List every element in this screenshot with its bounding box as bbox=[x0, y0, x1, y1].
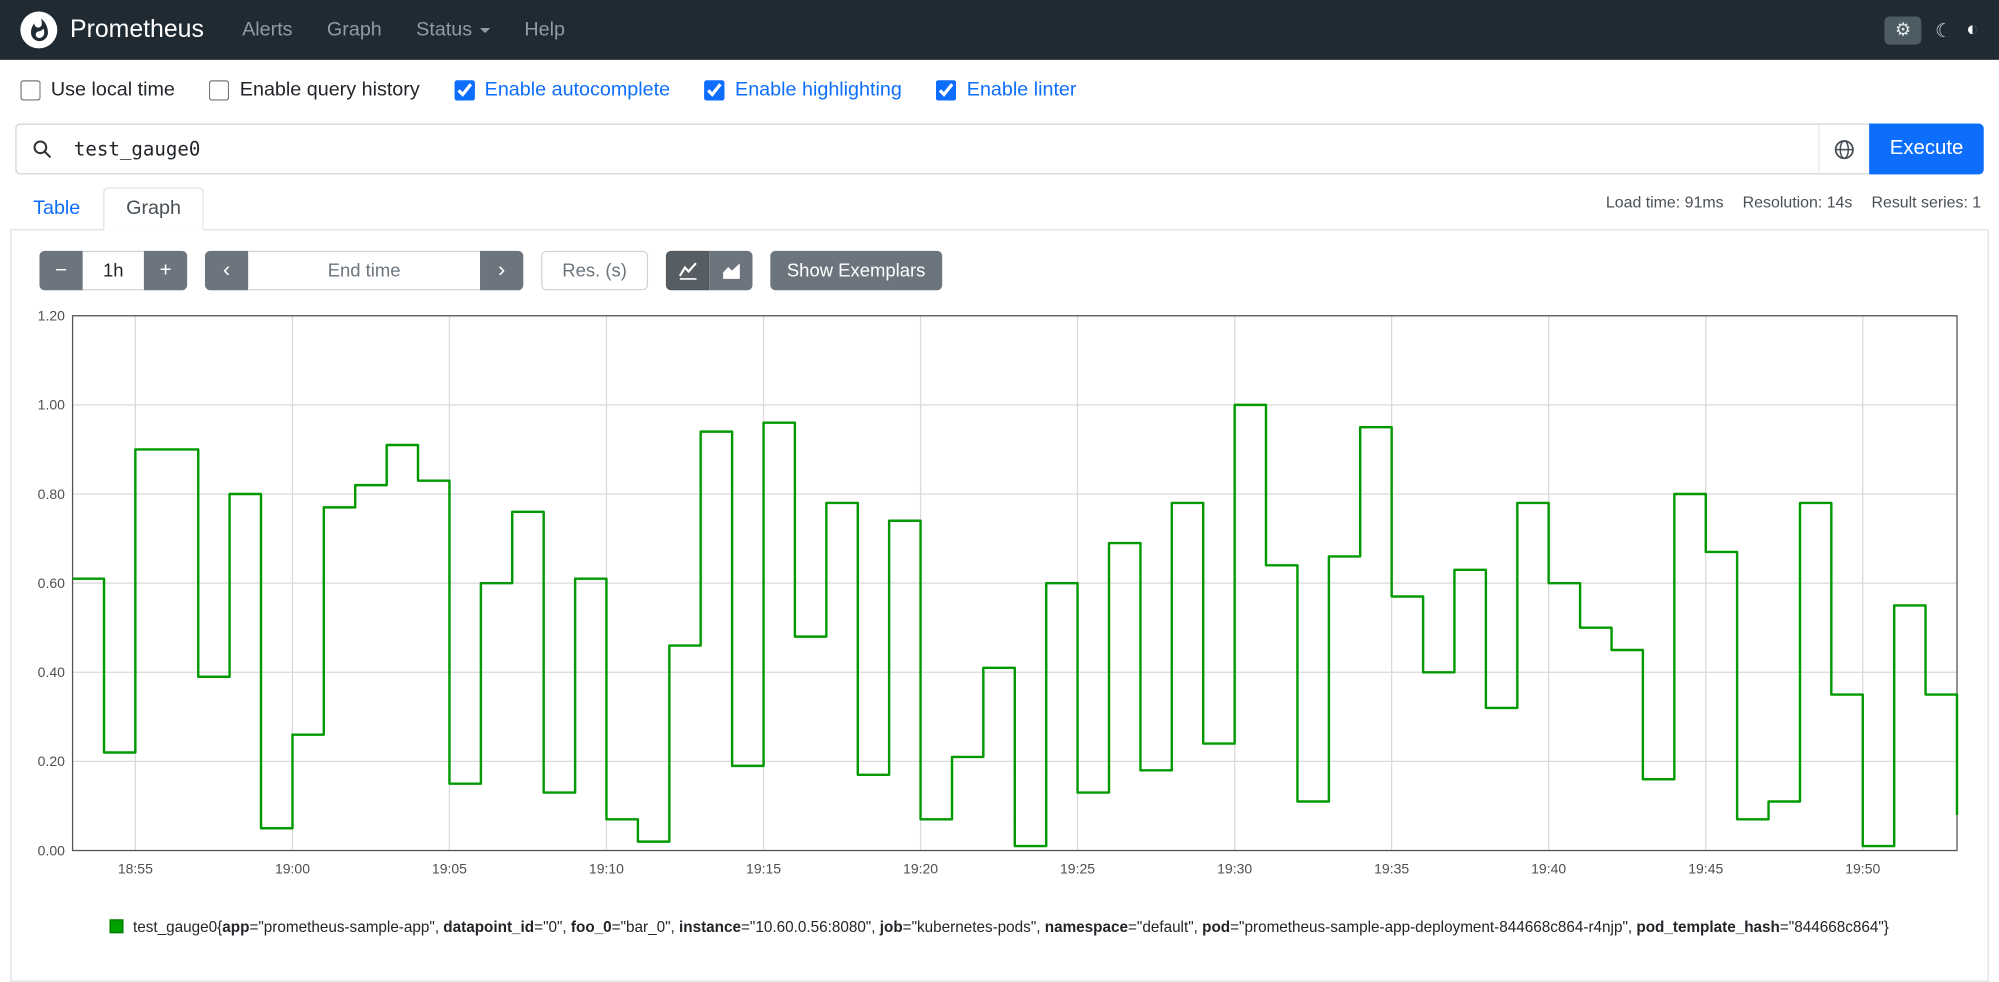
checkbox-label: Enable linter bbox=[966, 78, 1077, 101]
nav-item-help[interactable]: Help bbox=[524, 18, 565, 41]
svg-text:19:30: 19:30 bbox=[1217, 860, 1252, 876]
page: Prometheus Alerts Graph Status Help ⚙ ☾ … bbox=[0, 0, 1999, 982]
svg-text:19:45: 19:45 bbox=[1688, 860, 1723, 876]
nav-item-status[interactable]: Status bbox=[416, 18, 490, 41]
svg-text:0.60: 0.60 bbox=[38, 575, 65, 591]
show-exemplars-button[interactable]: Show Exemplars bbox=[770, 250, 942, 291]
increase-range-button[interactable]: + bbox=[143, 250, 188, 291]
enable-highlighting-checkbox[interactable] bbox=[704, 80, 725, 101]
svg-text:19:25: 19:25 bbox=[1060, 860, 1095, 876]
checkbox-enable-linter[interactable]: Enable linter bbox=[936, 79, 1076, 102]
svg-text:1.20: 1.20 bbox=[38, 308, 65, 324]
chart-area: 0.00 0.20 0.40 0.60 0.80 1.00 1.20 18:55 19:00 19… bbox=[29, 306, 1969, 892]
brand-title: Prometheus bbox=[70, 15, 204, 44]
chart-type-toggle-group bbox=[665, 250, 753, 291]
checkbox-label: Enable highlighting bbox=[735, 78, 902, 101]
svg-text:19:00: 19:00 bbox=[275, 860, 310, 876]
nav-item-status-label: Status bbox=[416, 18, 473, 41]
checkbox-label: Enable autocomplete bbox=[484, 78, 671, 101]
query-input-group: Execute bbox=[15, 123, 1984, 175]
prometheus-logo-icon bbox=[20, 11, 58, 49]
metrics-explorer-globe-icon[interactable] bbox=[1818, 124, 1870, 174]
enable-query-history-checkbox[interactable] bbox=[209, 80, 230, 101]
auto-theme-contrast-icon[interactable]: ◐ bbox=[1966, 18, 1978, 41]
enable-linter-checkbox[interactable] bbox=[936, 80, 957, 101]
dark-theme-moon-icon[interactable]: ☾ bbox=[1935, 18, 1952, 42]
svg-text:19:10: 19:10 bbox=[589, 860, 624, 876]
svg-text:19:40: 19:40 bbox=[1531, 860, 1566, 876]
checkbox-label: Enable query history bbox=[239, 78, 420, 101]
shift-time-back-button[interactable]: ‹ bbox=[204, 250, 249, 291]
series-label-text: test_gauge0{app="prometheus-sample-app",… bbox=[133, 918, 1889, 936]
nav-item-alerts[interactable]: Alerts bbox=[242, 18, 292, 41]
query-expression-input[interactable] bbox=[66, 124, 1819, 174]
range-control-group: − + bbox=[39, 250, 188, 291]
query-stats: Load time: 91ms Resolution: 14s Result s… bbox=[1605, 187, 1989, 212]
use-local-time-checkbox[interactable] bbox=[20, 80, 41, 101]
series-color-swatch bbox=[110, 919, 125, 934]
graph-canvas[interactable]: 0.00 0.20 0.40 0.60 0.80 1.00 1.20 18:55 19:00 19… bbox=[29, 306, 1969, 885]
line-chart-icon bbox=[678, 262, 697, 280]
svg-text:0.80: 0.80 bbox=[38, 486, 65, 502]
svg-text:1.00: 1.00 bbox=[38, 397, 65, 413]
checkbox-enable-autocomplete[interactable]: Enable autocomplete bbox=[454, 79, 670, 102]
query-bar: Execute bbox=[15, 123, 1984, 175]
end-time-input[interactable] bbox=[248, 250, 481, 291]
svg-text:19:20: 19:20 bbox=[903, 860, 938, 876]
svg-text:19:15: 19:15 bbox=[746, 860, 781, 876]
stacked-chart-icon bbox=[722, 263, 740, 279]
tab-table[interactable]: Table bbox=[10, 187, 103, 230]
decrease-range-button[interactable]: − bbox=[39, 250, 83, 291]
range-input[interactable] bbox=[82, 250, 144, 291]
checkbox-enable-query-history[interactable]: Enable query history bbox=[209, 78, 420, 102]
line-chart-toggle-button[interactable] bbox=[665, 250, 710, 291]
navbar-right: ⚙ ☾ ◐ bbox=[1884, 15, 1979, 44]
checkbox-label: Use local time bbox=[50, 78, 175, 101]
resolution-stat: Resolution: 14s bbox=[1742, 193, 1853, 212]
panel-tabs: Table Graph Load time: 91ms Resolution: … bbox=[10, 187, 1989, 231]
checkbox-use-local-time[interactable]: Use local time bbox=[20, 79, 175, 102]
checkbox-enable-highlighting[interactable]: Enable highlighting bbox=[704, 78, 902, 102]
settings-gear-icon[interactable]: ⚙ bbox=[1884, 15, 1922, 44]
graph-panel: − + ‹ › Show Exemplars 0.00 0.20 0.40 bbox=[10, 230, 1989, 982]
resolution-input[interactable] bbox=[541, 250, 649, 291]
svg-text:0.00: 0.00 bbox=[38, 842, 65, 858]
graph-controls: − + ‹ › Show Exemplars bbox=[39, 250, 1959, 291]
svg-text:0.40: 0.40 bbox=[38, 664, 65, 680]
end-time-control-group: ‹ › bbox=[204, 250, 524, 291]
navbar: Prometheus Alerts Graph Status Help ⚙ ☾ … bbox=[0, 0, 1999, 60]
nav-links: Alerts Graph Status Help bbox=[242, 18, 565, 41]
nav-item-graph[interactable]: Graph bbox=[327, 18, 382, 41]
legend-item[interactable]: test_gauge0{app="prometheus-sample-app",… bbox=[29, 917, 1969, 938]
svg-text:19:35: 19:35 bbox=[1374, 860, 1409, 876]
svg-text:18:55: 18:55 bbox=[118, 860, 153, 876]
chevron-down-icon bbox=[479, 27, 490, 33]
execute-button[interactable]: Execute bbox=[1869, 123, 1984, 175]
brand[interactable]: Prometheus bbox=[20, 11, 204, 49]
svg-text:19:05: 19:05 bbox=[432, 860, 467, 876]
shift-time-forward-button[interactable]: › bbox=[480, 250, 524, 291]
tab-graph[interactable]: Graph bbox=[103, 187, 204, 231]
svg-text:0.20: 0.20 bbox=[38, 753, 65, 769]
load-time-stat: Load time: 91ms bbox=[1605, 193, 1724, 212]
stacked-chart-toggle-button[interactable] bbox=[709, 250, 753, 291]
enable-autocomplete-checkbox[interactable] bbox=[454, 80, 475, 101]
search-icon bbox=[17, 125, 67, 173]
svg-text:19:50: 19:50 bbox=[1845, 860, 1880, 876]
result-series-stat: Result series: 1 bbox=[1871, 193, 1982, 212]
options-row: Use local time Enable query history Enab… bbox=[0, 60, 1999, 113]
